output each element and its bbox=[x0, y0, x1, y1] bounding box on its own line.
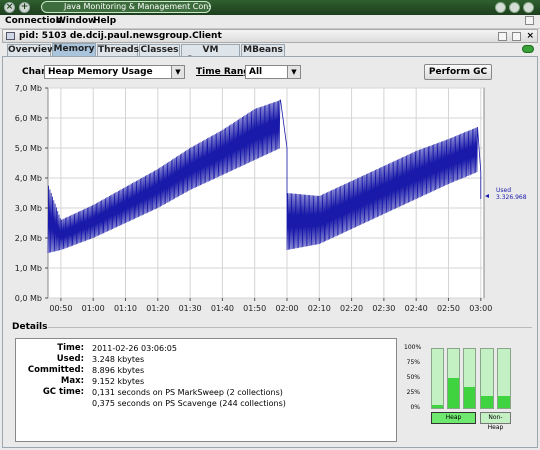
memory-pool-bar-fill bbox=[448, 378, 459, 408]
x-tick-label: 01:10 bbox=[114, 304, 137, 313]
x-tick-label: 02:00 bbox=[275, 304, 298, 313]
y-tick-label: 7,0 Mb bbox=[15, 84, 42, 93]
details-heading: Details bbox=[12, 322, 48, 332]
detail-key: Used: bbox=[56, 354, 84, 364]
legend-marker-icon bbox=[485, 194, 489, 198]
x-tick-label: 01:50 bbox=[243, 304, 266, 313]
x-tick-label: 02:50 bbox=[437, 304, 460, 313]
detail-key: GC time: bbox=[42, 387, 84, 397]
y-tick-label: 0,0 Mb bbox=[15, 294, 42, 303]
x-tick-label: 01:20 bbox=[146, 304, 169, 313]
gauge-pct-label: 25% bbox=[406, 389, 420, 396]
x-tick-label: 02:30 bbox=[372, 304, 395, 313]
memory-pool-bar[interactable] bbox=[463, 348, 476, 409]
details-divider bbox=[48, 327, 532, 328]
x-tick-label: 03:00 bbox=[469, 304, 492, 313]
memory-pool-bar[interactable] bbox=[447, 348, 460, 409]
x-axis: 00:50 01:00 01:10 01:20 01:30 01:40 01:50 02:00… bbox=[49, 298, 492, 313]
legend-name: Used bbox=[496, 187, 511, 194]
memory-pool-bar[interactable] bbox=[480, 348, 494, 409]
y-tick-label: 3,0 Mb bbox=[15, 204, 42, 213]
memory-pool-bar[interactable] bbox=[431, 348, 444, 409]
memory-pool-bar-fill bbox=[432, 405, 443, 408]
gauge-pct-label: 50% bbox=[406, 374, 420, 381]
chart-legend: Used 3.326.968 bbox=[485, 187, 527, 201]
y-tick-label: 4,0 Mb bbox=[15, 174, 42, 183]
legend-value: 3.326.968 bbox=[496, 194, 527, 201]
detail-value: 0,375 seconds on PS Scavenge (244 collec… bbox=[92, 399, 286, 408]
memory-pool-bar-fill bbox=[464, 387, 475, 408]
memory-pool-bar-fill bbox=[481, 396, 493, 408]
detail-value: 3.248 kbytes bbox=[92, 355, 145, 364]
memory-pool-bar[interactable] bbox=[497, 348, 511, 409]
detail-value: 2011-02-26 03:06:05 bbox=[92, 344, 177, 353]
gauge-pct-label: 0% bbox=[410, 404, 420, 411]
x-tick-label: 02:10 bbox=[308, 304, 331, 313]
x-tick-label: 01:00 bbox=[82, 304, 105, 313]
detail-key: Time: bbox=[57, 343, 84, 353]
heap-gauge-button[interactable]: Heap bbox=[431, 412, 476, 424]
x-tick-label: 02:20 bbox=[340, 304, 363, 313]
details-panel: Time: 2011-02-26 03:06:05 Used: 3.248 kb… bbox=[15, 338, 397, 442]
y-tick-label: 2,0 Mb bbox=[15, 234, 42, 243]
y-tick-label: 5,0 Mb bbox=[15, 144, 42, 153]
memory-pool-bar-fill bbox=[498, 396, 510, 408]
x-tick-label: 01:30 bbox=[179, 304, 202, 313]
memory-pool-gauges: 100% 75% 50% 25% 0% Heap Non-Heap bbox=[404, 339, 518, 442]
nonheap-gauge-button[interactable]: Non-Heap bbox=[480, 412, 511, 431]
x-tick-label: 02:40 bbox=[405, 304, 428, 313]
detail-value: 0,131 seconds on PS MarkSweep (2 collect… bbox=[92, 388, 283, 397]
gauge-pct-label: 75% bbox=[406, 359, 420, 366]
detail-value: 9.152 kbytes bbox=[92, 377, 145, 386]
gauge-pct-label: 100% bbox=[404, 344, 422, 351]
y-tick-label: 1,0 Mb bbox=[15, 264, 42, 273]
x-tick-label: 01:40 bbox=[211, 304, 234, 313]
heap-memory-chart: 0,0 Mb 1,0 Mb 2,0 Mb 3,0 Mb 4,0 Mb 5,0 Mb 6,0 … bbox=[15, 84, 527, 313]
y-tick-label: 6,0 Mb bbox=[15, 114, 42, 123]
detail-key: Committed: bbox=[27, 365, 84, 375]
detail-value: 8.896 kbytes bbox=[92, 366, 145, 375]
detail-key: Max: bbox=[60, 376, 84, 386]
y-axis: 0,0 Mb 1,0 Mb 2,0 Mb 3,0 Mb 4,0 Mb 5,0 Mb 6,0 … bbox=[15, 84, 48, 303]
x-tick-label: 00:50 bbox=[49, 304, 72, 313]
